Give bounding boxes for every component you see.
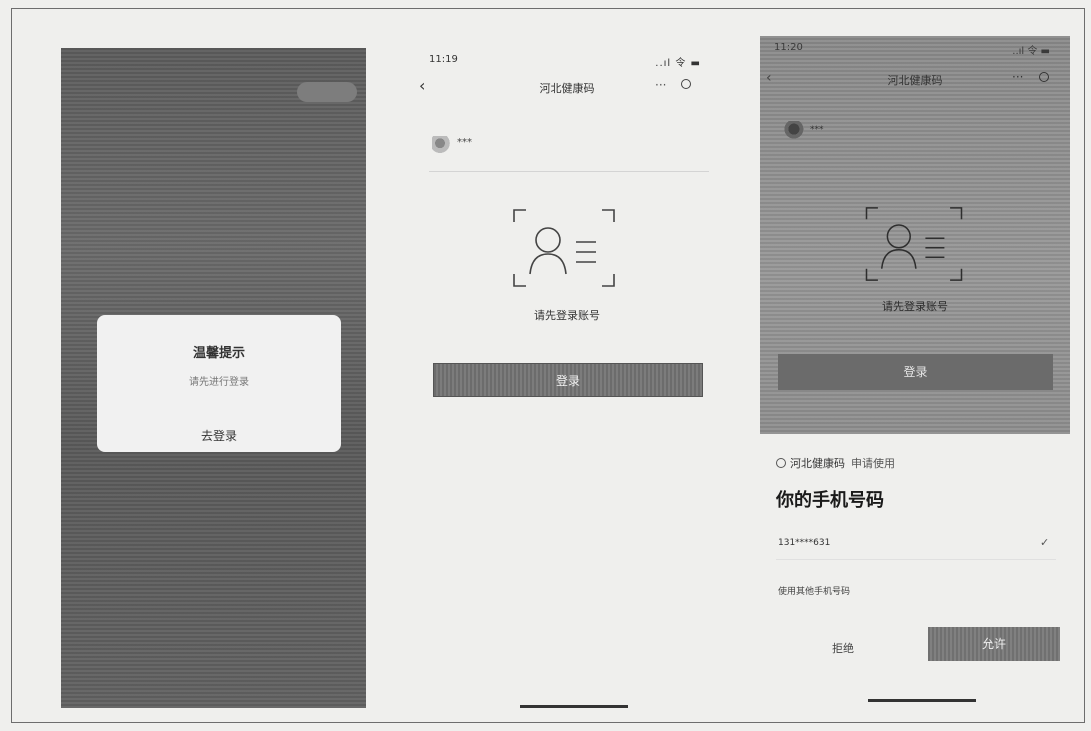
screenshot-panel-health-code: 11:19 ..ıl 令 ▬ ‹ 河北健康码 ··· *** 请先登录账号 登录 [419, 48, 715, 708]
close-miniprogram-icon[interactable] [681, 79, 691, 89]
user-id-placeholder-icon [865, 207, 963, 281]
app-logo-icon [776, 458, 786, 468]
app-logo-icon [432, 136, 452, 154]
deny-button[interactable]: 拒绝 [832, 640, 854, 656]
account-name: *** [457, 137, 472, 148]
sheet-app-name: 河北健康码 [790, 457, 845, 470]
switch-button[interactable] [297, 82, 357, 102]
user-id-placeholder-icon [513, 209, 615, 287]
phone-number-option[interactable]: 131****631 [778, 538, 830, 548]
divider [776, 559, 1056, 560]
dimmed-background: 11:20 ..ıl 令 ▬ ‹ 河北健康码 ··· *** 请先登录账号 登录 [760, 36, 1070, 434]
screenshot-panel-phone-auth: 11:20 ..ıl 令 ▬ ‹ 河北健康码 ··· *** 请先登录账号 登录… [760, 36, 1070, 708]
login-hint: 请先登录账号 [534, 309, 600, 322]
use-other-phone-link[interactable]: 使用其他手机号码 [778, 584, 850, 597]
screenshot-panel-login-prompt: 温馨提示 请先进行登录 去登录 [61, 48, 366, 708]
status-icons: ..ıl 令 ▬ [1012, 46, 1050, 57]
go-login-button[interactable]: 去登录 [97, 427, 341, 444]
status-time: 11:19 [429, 54, 458, 65]
login-button[interactable]: 登录 [433, 363, 703, 397]
page-title: 河北健康码 [887, 74, 943, 87]
check-icon: ✓ [1040, 536, 1050, 549]
more-icon[interactable]: ··· [1012, 70, 1023, 84]
status-icons: ..ıl 令 ▬ [655, 58, 701, 69]
scanned-page: 温馨提示 请先进行登录 去登录 11:19 ..ıl 令 ▬ ‹ 河北健康码 ·… [0, 0, 1091, 731]
account-name: *** [810, 125, 824, 135]
allow-button[interactable]: 允许 [928, 627, 1060, 661]
page-title: 河北健康码 [539, 82, 595, 95]
app-logo-icon [784, 121, 806, 139]
close-miniprogram-icon[interactable] [1039, 72, 1049, 82]
home-indicator [868, 699, 976, 702]
dialog-title: 温馨提示 [192, 346, 245, 361]
sheet-heading: 你的手机号码 [776, 490, 884, 511]
login-hint: 请先登录账号 [882, 300, 948, 313]
login-button[interactable]: 登录 [778, 354, 1053, 390]
sheet-app-header: 河北健康码 申请使用 [776, 455, 895, 471]
home-indicator [520, 705, 628, 708]
login-prompt-dialog: 温馨提示 请先进行登录 去登录 [97, 315, 341, 452]
status-time: 11:20 [774, 42, 803, 53]
sheet-request-text: 申请使用 [851, 457, 895, 470]
phone-auth-sheet: 河北健康码 申请使用 你的手机号码 131****631 ✓ 使用其他手机号码 拒… [760, 434, 1070, 708]
divider [429, 171, 709, 172]
dialog-message: 请先进行登录 [189, 377, 249, 388]
more-icon[interactable]: ··· [655, 78, 666, 92]
